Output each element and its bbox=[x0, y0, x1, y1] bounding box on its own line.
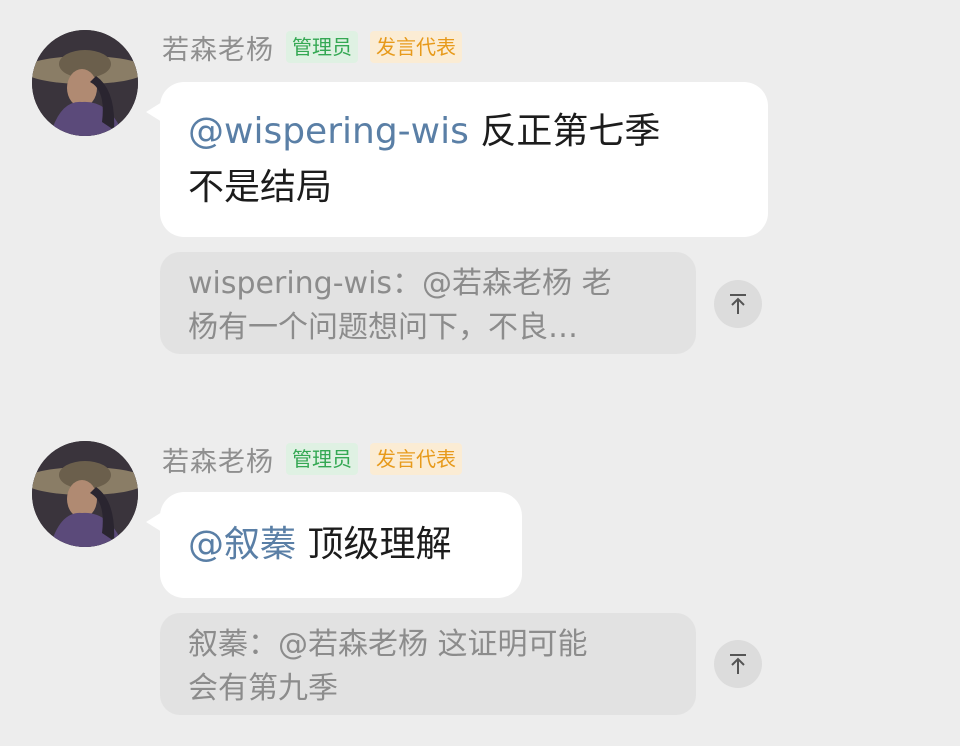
quote-text-line: 杨有一个问题想问下，不良… bbox=[188, 310, 578, 345]
mention-link[interactable]: @wispering-wis bbox=[188, 111, 469, 152]
admin-badge: 管理员 bbox=[286, 443, 358, 475]
bubble-tail bbox=[146, 512, 162, 532]
quote-text-line: 叙蓁：@若森老杨 这证明可能 bbox=[188, 627, 588, 662]
message-text: 顶级理解 bbox=[296, 524, 452, 565]
message-bubble[interactable]: @wispering-wis 反正第七季 不是结局 bbox=[146, 82, 768, 237]
sender-row: 若森老杨 管理员 发言代表 bbox=[162, 440, 462, 479]
avatar[interactable] bbox=[32, 441, 138, 547]
avatar-image bbox=[32, 30, 138, 136]
arrow-up-to-top-icon bbox=[730, 654, 746, 674]
jump-to-quote-button[interactable] bbox=[714, 280, 762, 328]
message-text-line: 不是结局 bbox=[188, 167, 333, 208]
arrow-up-to-top-icon bbox=[730, 294, 746, 314]
message-text: 反正第七季 bbox=[468, 111, 661, 152]
quoted-reply[interactable]: 叙蓁：@若森老杨 这证明可能 会有第九季 bbox=[160, 613, 696, 715]
mention-link[interactable]: @叙蓁 bbox=[188, 524, 296, 565]
quoted-reply[interactable]: wispering-wis：@若森老杨 老 杨有一个问题想问下，不良… bbox=[160, 252, 696, 354]
bubble-tail bbox=[146, 102, 162, 122]
quote-text-line: 会有第九季 bbox=[188, 671, 338, 706]
representative-badge: 发言代表 bbox=[370, 443, 462, 475]
sender-row: 若森老杨 管理员 发言代表 bbox=[162, 28, 462, 67]
jump-to-quote-button[interactable] bbox=[714, 640, 762, 688]
sender-name[interactable]: 若森老杨 bbox=[162, 440, 274, 479]
sender-name[interactable]: 若森老杨 bbox=[162, 28, 274, 67]
avatar-image bbox=[32, 441, 138, 547]
message-bubble[interactable]: @叙蓁 顶级理解 bbox=[146, 492, 522, 598]
representative-badge: 发言代表 bbox=[370, 31, 462, 63]
message-text-line: @叙蓁 顶级理解 bbox=[188, 517, 494, 573]
avatar[interactable] bbox=[32, 30, 138, 136]
quote-text-line: wispering-wis：@若森老杨 老 bbox=[188, 266, 612, 301]
admin-badge: 管理员 bbox=[286, 31, 358, 63]
message-text-line: @wispering-wis 反正第七季 bbox=[188, 104, 740, 160]
